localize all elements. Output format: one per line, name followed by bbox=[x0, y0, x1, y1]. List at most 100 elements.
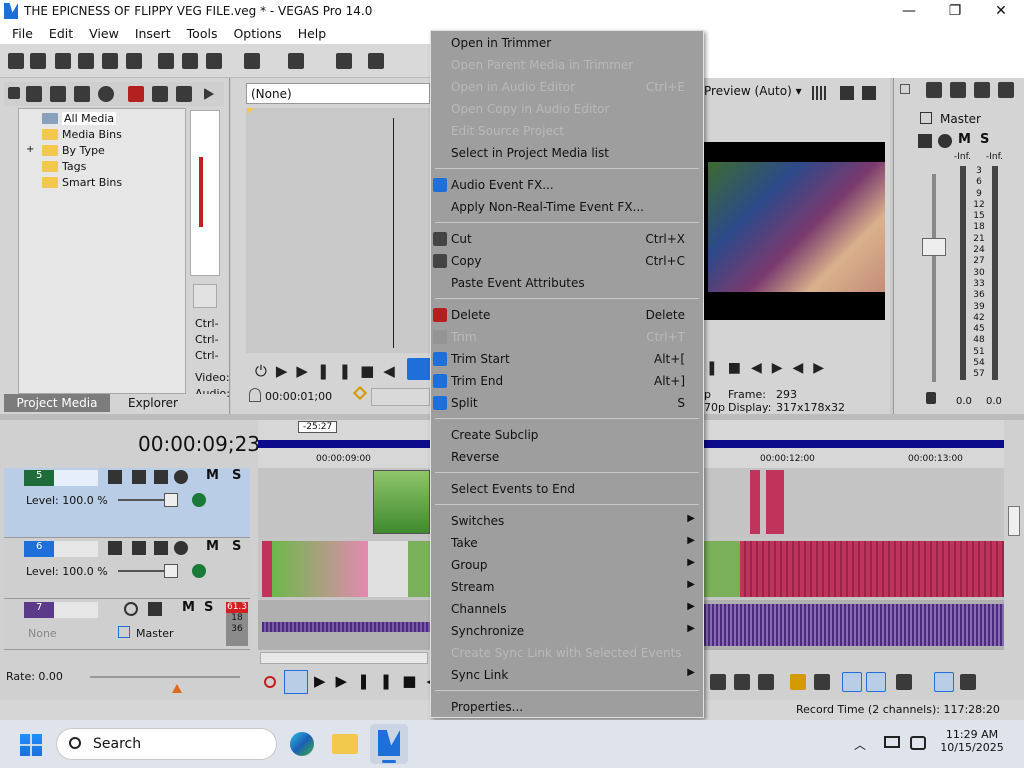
overlay-icon[interactable] bbox=[840, 86, 854, 100]
composite-icon[interactable] bbox=[154, 470, 168, 484]
track-6-clip-1[interactable] bbox=[262, 541, 272, 597]
lock-icon[interactable] bbox=[758, 674, 774, 690]
edge-icon[interactable] bbox=[290, 732, 314, 756]
track-5-clip-3[interactable] bbox=[766, 470, 784, 534]
gear-icon[interactable] bbox=[926, 82, 942, 98]
tree-smart-bins[interactable]: Smart Bins bbox=[42, 175, 122, 190]
menu-item-create-subclip[interactable]: Create Subclip bbox=[431, 424, 703, 446]
menu-item-sync-link[interactable]: Sync Link ▶ bbox=[431, 664, 703, 686]
horizontal-scrollbar[interactable] bbox=[260, 652, 428, 664]
track-6-clip-4[interactable] bbox=[408, 541, 430, 597]
loop-icon[interactable] bbox=[284, 670, 308, 694]
gear-icon[interactable] bbox=[152, 86, 168, 102]
menu-item-copy[interactable]: Copy Ctrl+C bbox=[431, 250, 703, 272]
track-6-mask-icon[interactable] bbox=[192, 564, 206, 578]
tool-icon[interactable] bbox=[26, 86, 42, 102]
track-5-clip-2[interactable] bbox=[750, 470, 760, 534]
tree-all-media[interactable]: All Media bbox=[42, 111, 117, 126]
preview-mode-dropdown[interactable]: Preview (Auto) ▾ bbox=[704, 84, 802, 98]
rate-slider[interactable] bbox=[90, 676, 240, 678]
downmix-icon[interactable] bbox=[974, 82, 990, 98]
track-6-clip-6[interactable] bbox=[740, 541, 1004, 597]
render-icon[interactable] bbox=[102, 53, 118, 69]
loop-region-bar-right[interactable] bbox=[704, 440, 1004, 448]
track-5-header[interactable]: 5 M S Level: 100.0 % bbox=[4, 468, 250, 538]
master-mute-button[interactable]: M bbox=[958, 132, 971, 147]
region-marker[interactable]: -25:27 bbox=[298, 421, 338, 433]
open-icon[interactable] bbox=[30, 53, 46, 69]
record-icon[interactable] bbox=[264, 676, 276, 688]
track-7-lane-right[interactable] bbox=[704, 600, 1004, 650]
selection-icon[interactable] bbox=[352, 385, 368, 401]
menu-item-cut[interactable]: Cut Ctrl+X bbox=[431, 228, 703, 250]
master-solo-button[interactable]: S bbox=[980, 132, 989, 147]
track-7-solo[interactable]: S bbox=[204, 600, 213, 615]
tree-by-type[interactable]: By Type bbox=[42, 143, 105, 158]
menu-insert[interactable]: Insert bbox=[127, 26, 179, 41]
network-icon[interactable] bbox=[884, 736, 900, 748]
track-6-clip-2[interactable] bbox=[272, 541, 368, 597]
track-7-input[interactable]: None bbox=[28, 627, 57, 640]
file-explorer-icon[interactable] bbox=[332, 734, 358, 754]
loop-playback-icon[interactable] bbox=[407, 358, 431, 380]
taskbar-search[interactable]: Search bbox=[56, 728, 277, 760]
menu-item-apply-non-real-time-event-fx[interactable]: Apply Non-Real-Time Event FX... bbox=[431, 196, 703, 218]
track-6-header[interactable]: 6 M S Level: 100.0 % bbox=[4, 539, 250, 599]
gear-icon[interactable] bbox=[174, 541, 188, 555]
menu-item-reverse[interactable]: Reverse bbox=[431, 446, 703, 468]
fx-icon[interactable] bbox=[918, 134, 932, 148]
copy-snapshot-icon[interactable] bbox=[862, 86, 876, 100]
track-7-mute[interactable]: M bbox=[182, 600, 195, 615]
audio-waveform[interactable] bbox=[262, 622, 430, 632]
menu-item-audio-event-fx[interactable]: Audio Event FX... bbox=[431, 174, 703, 196]
gear-icon[interactable] bbox=[174, 470, 188, 484]
menu-item-select-events-to-end[interactable]: Select Events to End bbox=[431, 478, 703, 500]
mixer-icon[interactable] bbox=[998, 82, 1014, 98]
track-6-clip-3[interactable] bbox=[368, 541, 408, 597]
track-5-lane[interactable] bbox=[258, 468, 430, 538]
edit-tool-icon[interactable] bbox=[710, 674, 726, 690]
menu-item-trim-start[interactable]: Trim Start Alt+[ bbox=[431, 348, 703, 370]
properties-icon[interactable] bbox=[126, 53, 142, 69]
menu-item-switches[interactable]: Switches ▶ bbox=[431, 510, 703, 532]
web-icon[interactable] bbox=[98, 86, 114, 102]
split-icon[interactable] bbox=[176, 86, 192, 102]
track-7-name[interactable] bbox=[54, 602, 98, 618]
track-5-name[interactable] bbox=[54, 470, 98, 486]
trimmer-transport[interactable]: ⏻▶▶❚❚■◀ bbox=[255, 362, 404, 380]
play-icon[interactable] bbox=[204, 88, 214, 100]
cut-icon[interactable] bbox=[158, 53, 174, 69]
pin-icon[interactable] bbox=[249, 388, 261, 402]
marker-icon[interactable] bbox=[790, 674, 806, 690]
track-6-clip-5[interactable] bbox=[704, 541, 740, 597]
track-5-lane-right[interactable] bbox=[704, 468, 1004, 538]
track-motion-icon[interactable] bbox=[108, 541, 122, 555]
track-6-solo[interactable]: S bbox=[232, 539, 241, 554]
preview-transport[interactable]: ❚■◀▶◀▶ bbox=[706, 360, 834, 376]
menu-help[interactable]: Help bbox=[290, 26, 335, 41]
lock-icon[interactable] bbox=[926, 392, 936, 404]
envelope-tool-icon[interactable] bbox=[734, 674, 750, 690]
menu-item-trim-end[interactable]: Trim End Alt+] bbox=[431, 370, 703, 392]
menu-item-channels[interactable]: Channels ▶ bbox=[431, 598, 703, 620]
menu-item-paste-event-attributes[interactable]: Paste Event Attributes bbox=[431, 272, 703, 294]
redo-icon[interactable] bbox=[288, 53, 304, 69]
import-icon[interactable] bbox=[50, 86, 66, 102]
remove-icon[interactable] bbox=[128, 86, 144, 102]
vertical-scrollbar[interactable] bbox=[1004, 420, 1024, 650]
tree-media-bins[interactable]: Media Bins bbox=[42, 127, 122, 142]
track-6-slider-handle[interactable] bbox=[164, 564, 178, 578]
zoom-tool-icon[interactable] bbox=[960, 674, 976, 690]
trimmer-field[interactable] bbox=[371, 388, 430, 406]
tab-explorer[interactable]: Explorer bbox=[128, 394, 178, 412]
hand-icon[interactable] bbox=[336, 53, 352, 69]
main-transport[interactable]: ▶▶❚❚■◀ bbox=[314, 672, 448, 690]
track-6-lane-right[interactable] bbox=[704, 539, 1004, 599]
menu-view[interactable]: View bbox=[81, 26, 127, 41]
save-icon[interactable] bbox=[55, 53, 71, 69]
ripple-icon[interactable] bbox=[896, 674, 912, 690]
save-as-icon[interactable] bbox=[78, 53, 94, 69]
audio-waveform-right[interactable] bbox=[704, 604, 1004, 646]
track-6-name[interactable] bbox=[54, 541, 98, 557]
tab-project-media[interactable]: Project Media bbox=[4, 394, 110, 412]
